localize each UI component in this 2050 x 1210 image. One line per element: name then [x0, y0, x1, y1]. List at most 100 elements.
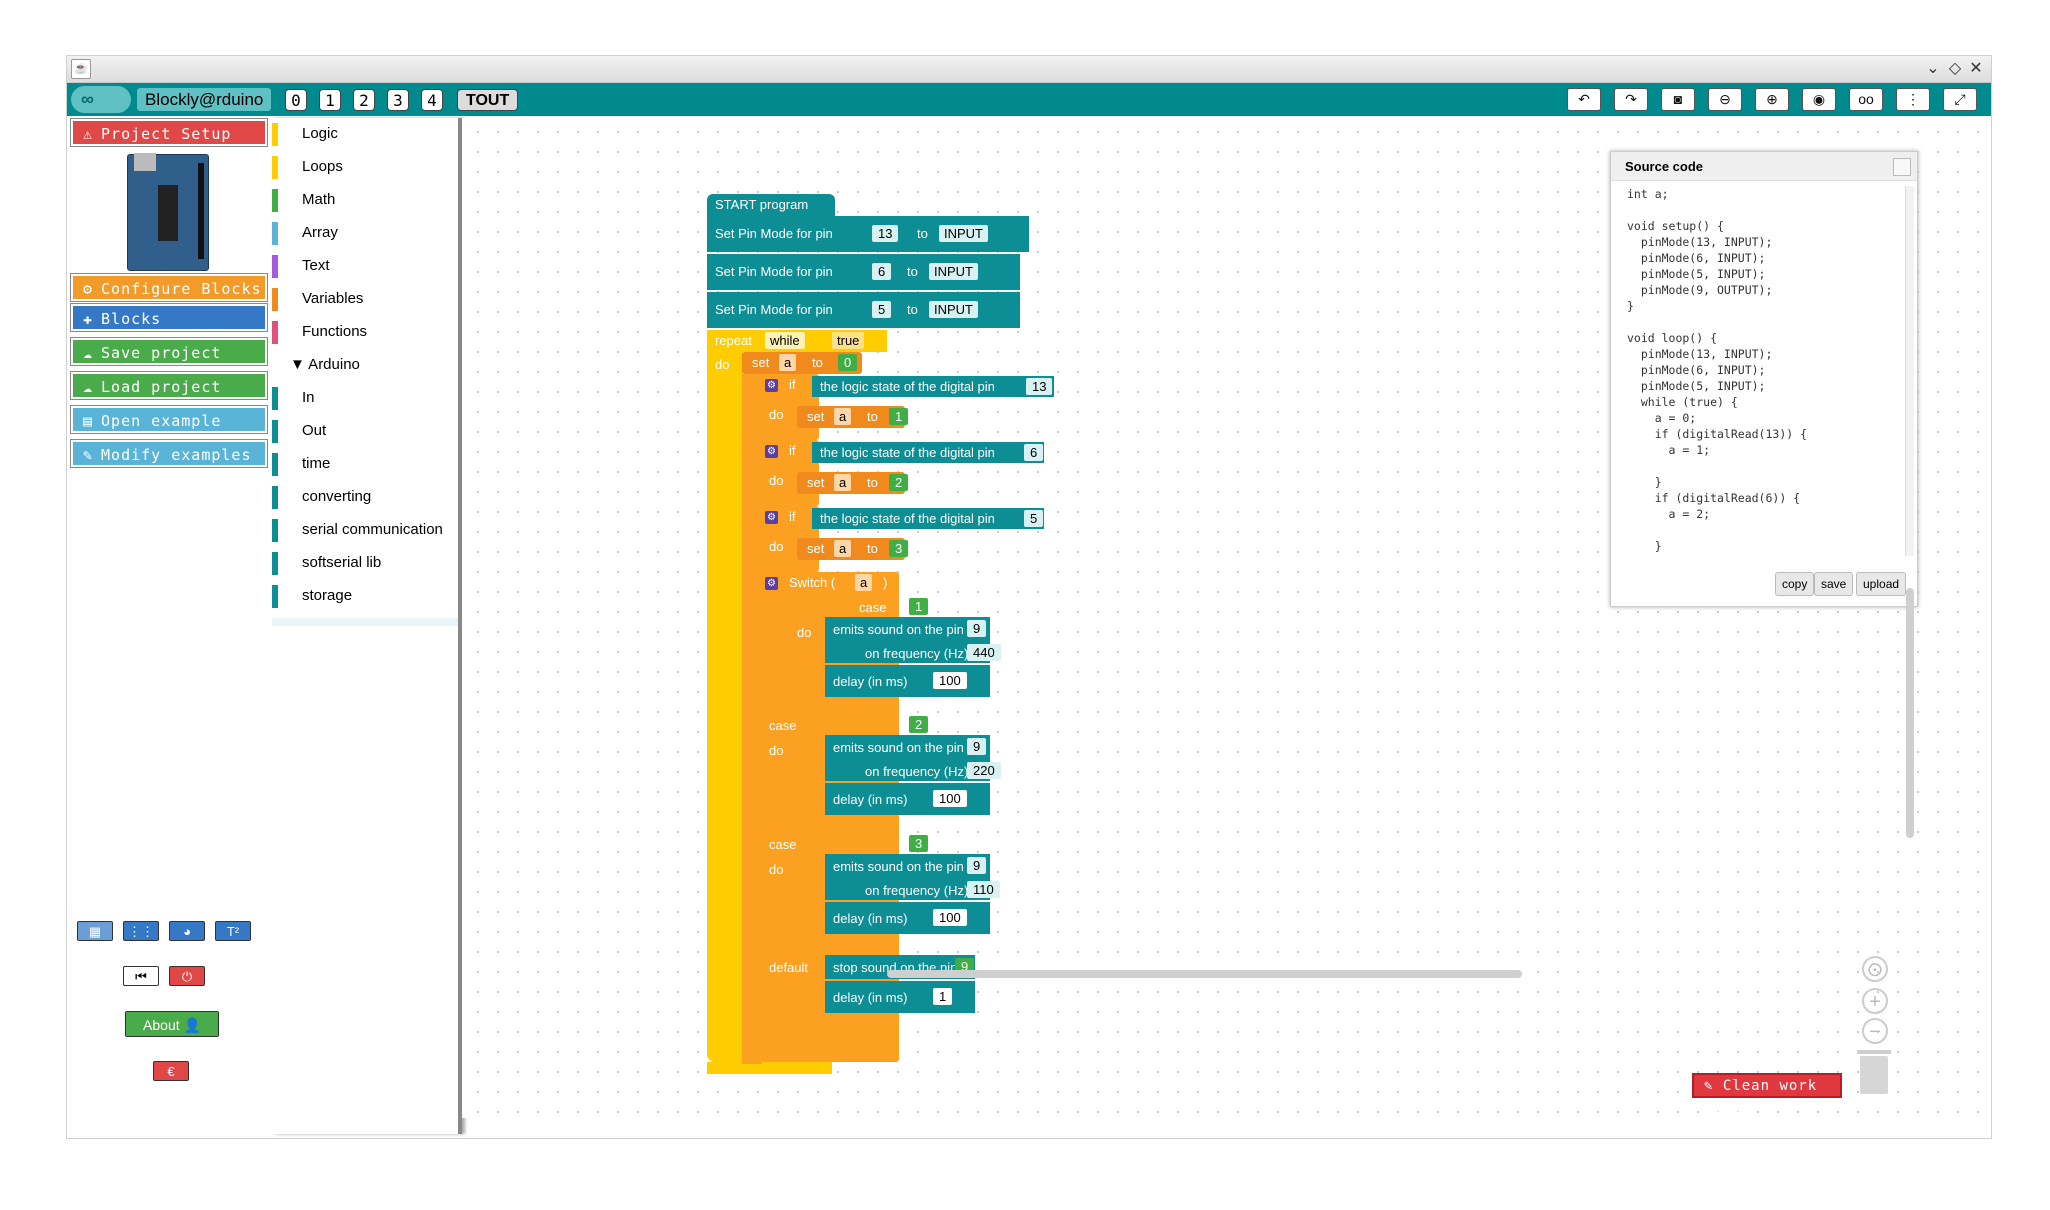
modify-examples-button[interactable]: ✎ Modify examples: [70, 439, 268, 468]
set-a-1-block[interactable]: set a to 1: [797, 406, 909, 428]
zoom-in-icon[interactable]: ⊕: [1755, 88, 1789, 111]
category-storage[interactable]: storage: [272, 585, 458, 610]
category-array[interactable]: Array: [272, 222, 458, 247]
donate-button[interactable]: €: [153, 1061, 189, 1081]
panel-toggle-checkbox[interactable]: [1893, 158, 1911, 176]
cloud-download-icon: ☁: [83, 378, 94, 396]
redo-icon[interactable]: ↷: [1614, 88, 1648, 111]
delay-block-1[interactable]: delay (in ms) 100: [825, 665, 990, 697]
workspace-vertical-scrollbar[interactable]: [1906, 588, 1914, 838]
save-project-button[interactable]: ☁ Save project: [70, 337, 268, 366]
wrench-icon: ✎: [83, 446, 94, 464]
java-app-icon: ☕: [71, 59, 91, 79]
trash-icon[interactable]: [1857, 1050, 1891, 1094]
gear-icon[interactable]: ⚙: [765, 379, 778, 392]
blocks-button[interactable]: ✚ Blocks: [70, 303, 268, 332]
delay-block-2[interactable]: delay (in ms) 100: [825, 783, 990, 815]
category-math[interactable]: Math: [272, 189, 458, 214]
maximize-icon[interactable]: ◇: [1945, 58, 1965, 78]
level-4-button[interactable]: 4: [421, 89, 443, 111]
set-a-3-block[interactable]: set a to 3: [797, 538, 909, 560]
digital-read-13[interactable]: the logic state of the digital pin 13: [812, 376, 1054, 397]
level-2-button[interactable]: 2: [353, 89, 375, 111]
picture-icon[interactable]: ▦: [77, 921, 113, 941]
recenter-icon[interactable]: ⊙: [1862, 956, 1888, 982]
repeat-while-block[interactable]: repeat while true: [707, 330, 887, 352]
tone-block-1[interactable]: emits sound on the pin 9 on frequency (H…: [825, 617, 1001, 663]
tone-block-2[interactable]: emits sound on the pin 9 on frequency (H…: [825, 735, 1001, 781]
undo-icon[interactable]: ↶: [1567, 88, 1601, 111]
workspace-horizontal-scrollbar[interactable]: [887, 970, 1522, 978]
configure-blocks-button[interactable]: ⚙ Configure Blocks: [70, 273, 268, 302]
fullscreen-icon[interactable]: ⤢: [1943, 88, 1977, 111]
more-vertical-icon[interactable]: ⋮: [1896, 88, 1930, 111]
gears-icon: ⚙: [83, 280, 94, 298]
workspace[interactable]: START program Set Pin Mode for pin 13 to…: [462, 118, 1991, 1118]
upload-button[interactable]: upload: [1856, 572, 1907, 596]
pinmode-block-2[interactable]: Set Pin Mode for pin 6 to INPUT: [707, 254, 1020, 290]
category-time[interactable]: time: [272, 453, 458, 478]
zoom-in-control-icon[interactable]: +: [1862, 988, 1888, 1014]
category-softserial[interactable]: softserial lib: [272, 552, 458, 577]
category-out[interactable]: Out: [272, 420, 458, 445]
category-logic[interactable]: Logic: [272, 123, 458, 148]
gear-icon[interactable]: ⚙: [765, 511, 778, 524]
gear-icon[interactable]: ⚙: [765, 577, 778, 590]
camera-icon[interactable]: ◙: [1661, 88, 1695, 111]
delay-block-3[interactable]: delay (in ms) 100: [825, 902, 990, 934]
category-converting[interactable]: converting: [272, 486, 458, 511]
clean-workspace-label: Clean work space: [1704, 1078, 1818, 1117]
power-icon[interactable]: ⏻: [169, 966, 205, 986]
zoom-out-icon[interactable]: ⊖: [1708, 88, 1742, 111]
toolbox-scroll-strip: [272, 618, 458, 626]
category-text[interactable]: Text: [272, 255, 458, 280]
load-project-label: Load project: [101, 378, 222, 396]
category-functions[interactable]: Functions: [272, 321, 458, 346]
configure-blocks-label: Configure Blocks: [101, 280, 262, 298]
title-bar: ☕ ⌄ ◇ ✕: [67, 56, 1991, 83]
pinmode-block-1[interactable]: Set Pin Mode for pin 13 to INPUT: [707, 216, 1029, 252]
project-setup-button[interactable]: ⚠ Project Setup: [70, 118, 268, 147]
back-icon[interactable]: ⏮: [123, 966, 159, 986]
pinmode-block-3[interactable]: Set Pin Mode for pin 5 to INPUT: [707, 292, 1020, 328]
about-button[interactable]: About 👤: [125, 1011, 219, 1037]
eye-icon[interactable]: ◉: [1802, 88, 1836, 111]
about-label: About: [143, 1017, 180, 1033]
grid-icon[interactable]: ⋮⋮: [123, 921, 159, 941]
close-icon[interactable]: ✕: [1966, 58, 1986, 78]
clean-workspace-button[interactable]: ✎ Clean work space: [1692, 1073, 1842, 1117]
start-block[interactable]: START program: [707, 194, 835, 216]
category-variables[interactable]: Variables: [272, 288, 458, 313]
level-0-button[interactable]: 0: [285, 89, 307, 111]
set-a-0-block[interactable]: set a to 0: [742, 352, 862, 374]
zoom-out-control-icon[interactable]: −: [1862, 1018, 1888, 1044]
load-project-button[interactable]: ☁ Load project: [70, 371, 268, 400]
open-example-button[interactable]: ▤ Open example: [70, 405, 268, 434]
glasses-icon[interactable]: oo: [1849, 88, 1883, 111]
text-size-icon[interactable]: T²: [215, 921, 251, 941]
open-example-label: Open example: [101, 412, 222, 430]
main-toolbar: ∞ Blockly@rduino 0 1 2 3 4 TOUT ↶ ↷ ◙ ⊖ …: [67, 83, 1991, 116]
sidebar: ⚠ Project Setup ⚙ Configure Blocks ✚ Blocks…: [67, 116, 268, 1138]
category-serial[interactable]: serial communication: [272, 519, 458, 544]
copy-button[interactable]: copy: [1775, 572, 1815, 596]
delay-block-default[interactable]: delay (in ms) 1: [825, 981, 975, 1013]
set-a-2-block[interactable]: set a to 2: [797, 472, 909, 494]
category-arduino[interactable]: ▼ Arduino: [272, 354, 458, 379]
minimize-icon[interactable]: ⌄: [1923, 58, 1943, 78]
tone-block-3[interactable]: emits sound on the pin 9 on frequency (H…: [825, 854, 1000, 900]
level-all-button[interactable]: TOUT: [457, 89, 519, 111]
source-code-header: Source code: [1611, 152, 1917, 181]
category-in[interactable]: In: [272, 387, 458, 412]
category-loops[interactable]: Loops: [272, 156, 458, 181]
level-1-button[interactable]: 1: [319, 89, 341, 111]
code-scrollbar[interactable]: [1905, 186, 1914, 556]
digital-read-5[interactable]: the logic state of the digital pin 5: [812, 508, 1044, 529]
palette-icon[interactable]: ◕: [169, 921, 205, 941]
save-code-button[interactable]: save: [1814, 572, 1854, 596]
app-brand: Blockly@rduino: [137, 88, 272, 111]
app-window: ☕ ⌄ ◇ ✕ ∞ Blockly@rduino 0 1 2 3 4 TOUT …: [66, 55, 1992, 1139]
gear-icon[interactable]: ⚙: [765, 445, 778, 458]
level-3-button[interactable]: 3: [387, 89, 409, 111]
digital-read-6[interactable]: the logic state of the digital pin 6: [812, 442, 1044, 463]
